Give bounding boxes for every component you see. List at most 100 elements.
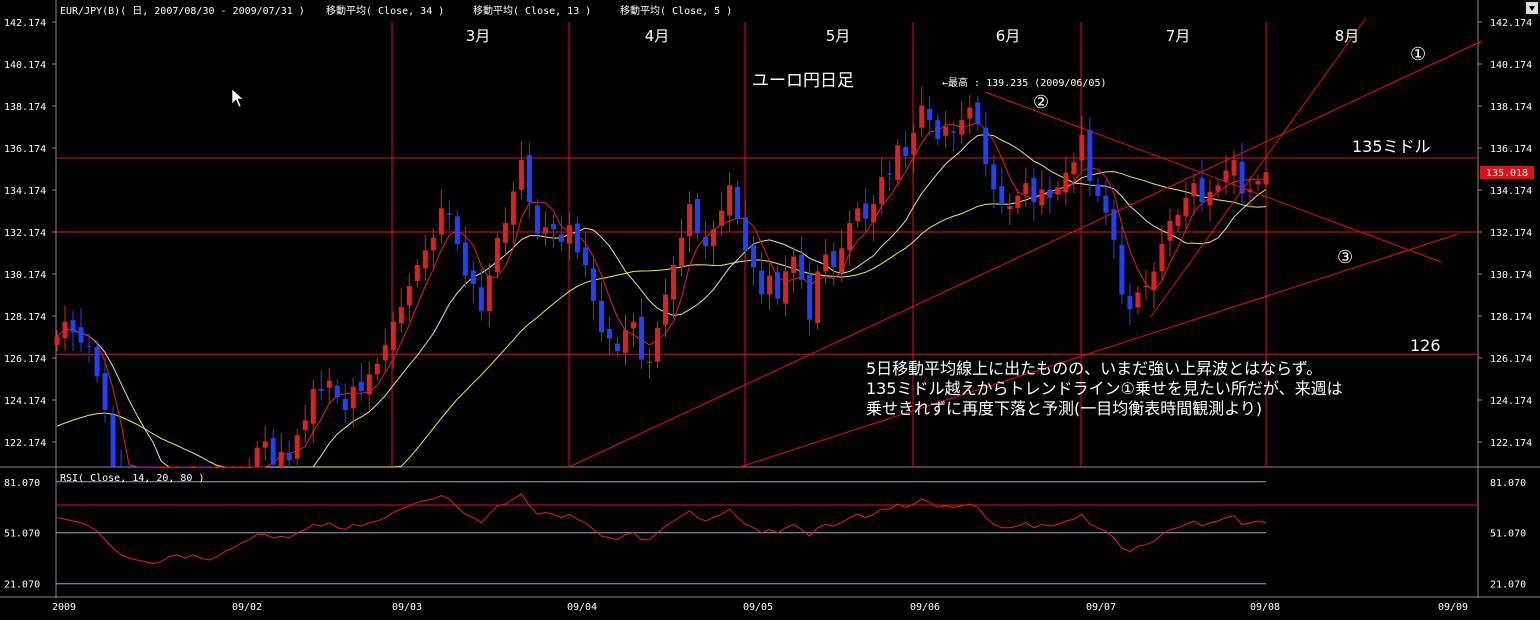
- candle-body: [598, 300, 604, 333]
- candle-body: [951, 131, 957, 133]
- candle-body: [1063, 172, 1069, 193]
- candle-body: [831, 251, 837, 268]
- candle-body: [1127, 296, 1133, 310]
- candle-body: [406, 286, 412, 306]
- candle-body: [727, 185, 733, 216]
- candle-body: [606, 328, 612, 339]
- candle-body: [1183, 197, 1189, 217]
- candle-body: [1103, 195, 1109, 213]
- month-label: 4月: [645, 27, 670, 45]
- candle-body: [1263, 172, 1269, 185]
- candle-body: [550, 223, 556, 230]
- candle-body: [1199, 178, 1205, 203]
- candle-body: [654, 328, 660, 362]
- candle-body: [1087, 129, 1093, 182]
- y-tick-left: 138.174: [4, 102, 46, 113]
- candle-body: [935, 120, 941, 140]
- y-tick-left: 134.174: [4, 186, 46, 197]
- candle-body: [70, 320, 76, 333]
- candle-body: [486, 275, 492, 312]
- candle-body: [238, 467, 244, 468]
- y-tick-right: 124.174: [1490, 396, 1532, 407]
- candle-body: [414, 265, 420, 282]
- candle-body: [78, 327, 84, 343]
- candle-body: [735, 186, 741, 219]
- x-tick-label: 09/07: [1086, 602, 1116, 613]
- candle-body: [1007, 206, 1013, 210]
- candle-body: [590, 268, 596, 301]
- candle-body: [574, 223, 580, 253]
- candle-body: [54, 336, 60, 345]
- candle-body: [1031, 178, 1037, 203]
- candle-body: [294, 435, 300, 459]
- candle-body: [911, 132, 917, 155]
- candle-body: [903, 147, 909, 156]
- x-tick-label: 09/09: [1438, 602, 1468, 613]
- candle-body: [823, 254, 829, 272]
- y-tick-left: 130.174: [4, 270, 46, 281]
- month-label: 5月: [826, 27, 851, 45]
- candle-body: [1223, 170, 1229, 182]
- candle-body: [959, 120, 965, 135]
- y-tick-left: 126.174: [4, 354, 46, 365]
- candle-body: [871, 204, 877, 223]
- candle-body: [542, 227, 548, 234]
- candle-body: [1055, 187, 1061, 195]
- candle-body: [262, 441, 268, 448]
- y-tick-left: 124.174: [4, 396, 46, 407]
- candle-body: [815, 271, 821, 324]
- candle-body: [695, 199, 701, 234]
- candle-body: [791, 256, 797, 274]
- candle-body: [558, 234, 564, 242]
- candle-body: [687, 204, 693, 237]
- candle-body: [1175, 214, 1181, 226]
- candle-body: [630, 321, 636, 329]
- candle-body: [1207, 191, 1213, 206]
- candle-body: [302, 420, 308, 431]
- candle-body: [991, 164, 997, 190]
- y-tick-right: 140.174: [1490, 60, 1532, 71]
- y-tick-right: 130.174: [1490, 270, 1532, 281]
- candle-body: [799, 254, 805, 280]
- candle-body: [430, 237, 436, 251]
- candle-body: [1015, 195, 1021, 208]
- candle-body: [1023, 183, 1029, 195]
- candle-body: [879, 176, 885, 205]
- level-label-135: 135ミドル: [1352, 137, 1431, 156]
- candle-body: [1095, 184, 1101, 196]
- y-tick-right: 134.174: [1490, 186, 1532, 197]
- y-tick-right: 122.174: [1490, 438, 1532, 449]
- candle-body: [1047, 189, 1053, 198]
- candle-body: [1255, 181, 1261, 185]
- candle-body: [318, 388, 324, 392]
- ma5-legend: 移動平均( Close, 5 ): [620, 4, 732, 17]
- candle-body: [566, 225, 572, 244]
- candle-body: [182, 467, 188, 468]
- candle-body: [350, 386, 356, 409]
- x-tick-label: 09/02: [232, 602, 262, 613]
- x-tick-label: 09/06: [910, 602, 940, 613]
- candle-body: [334, 385, 340, 398]
- candle-body: [863, 203, 869, 219]
- candle-body: [134, 467, 140, 468]
- y-tick-left: 136.174: [4, 144, 46, 155]
- candle-body: [382, 344, 388, 361]
- candle-body: [502, 223, 508, 243]
- candle-body: [703, 236, 709, 247]
- candle-body: [190, 467, 196, 468]
- candle-body: [278, 451, 284, 467]
- current-price-label: 135.018: [1486, 168, 1528, 179]
- month-label: 6月: [996, 27, 1021, 45]
- candle-body: [310, 388, 316, 424]
- candle-body: [174, 467, 180, 468]
- candle-body: [919, 105, 925, 128]
- candle-body: [775, 272, 781, 299]
- candle-body: [927, 108, 933, 121]
- candle-body: [86, 346, 92, 348]
- candle-body: [366, 374, 372, 395]
- y-tick-right: 136.174: [1490, 144, 1532, 155]
- trendline-label-1: ①: [1410, 44, 1426, 65]
- x-tick-label: 09/05: [743, 602, 773, 613]
- y-tick-right: 138.174: [1490, 102, 1532, 113]
- candle-body: [462, 242, 468, 276]
